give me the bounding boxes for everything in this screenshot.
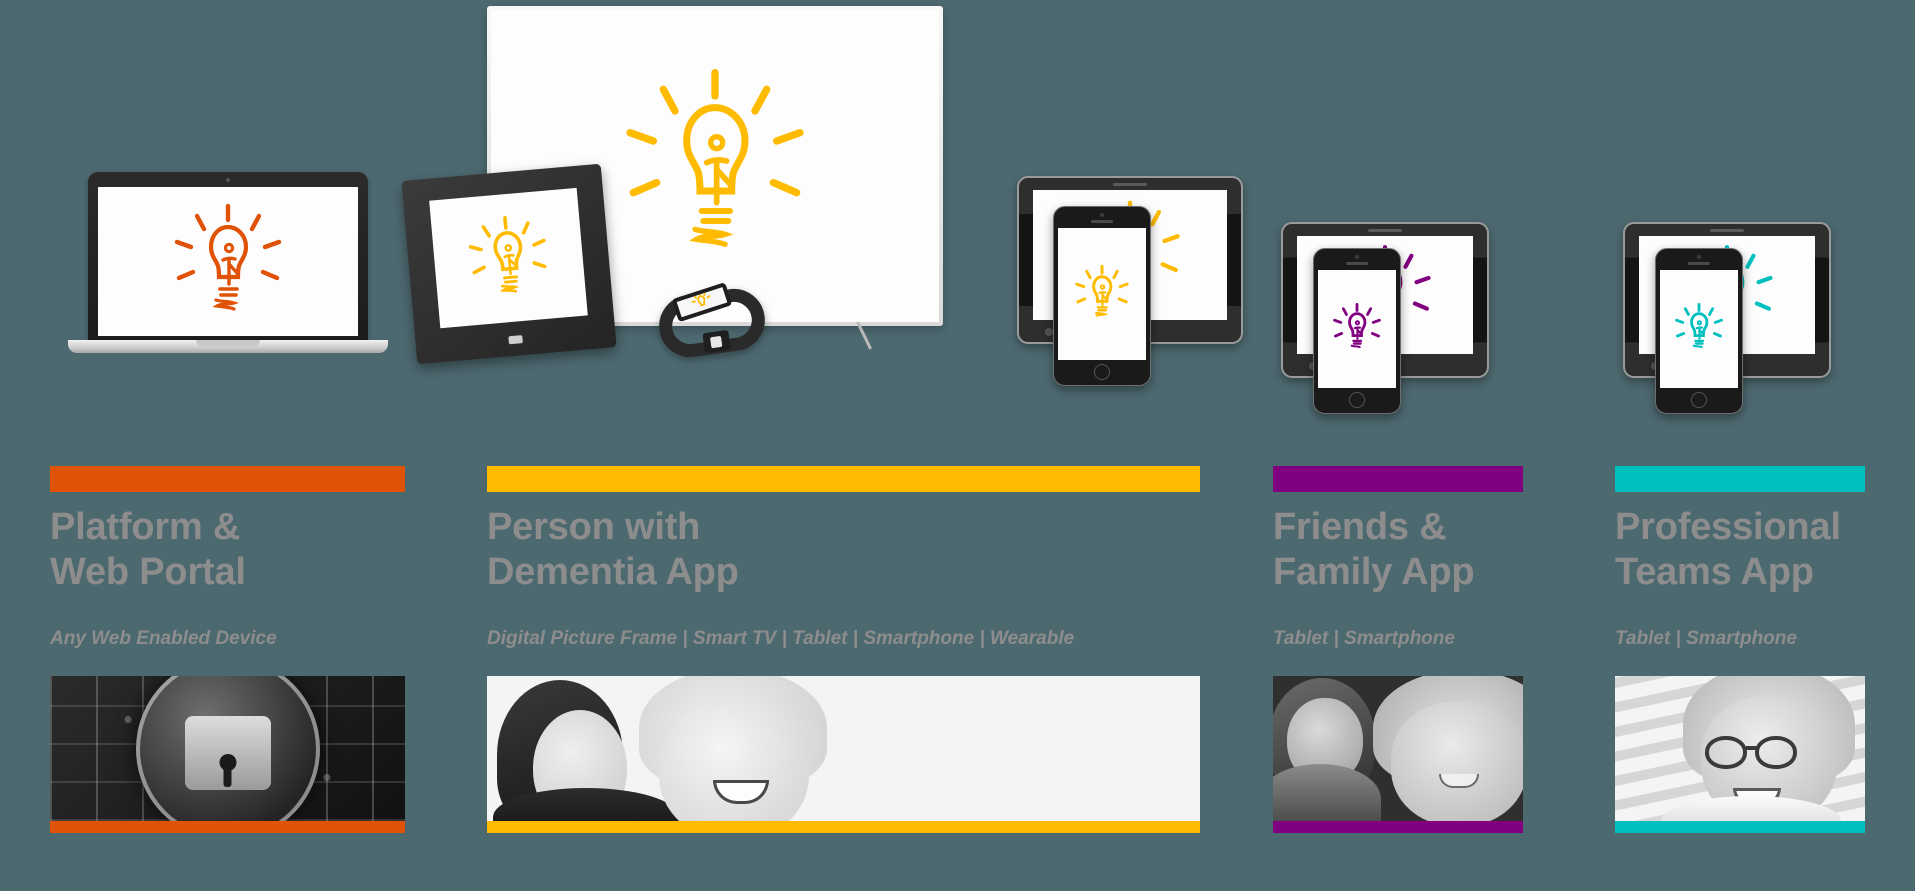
tv-stand-right <box>856 321 872 350</box>
column-title-dementia: Person with Dementia App <box>487 505 1200 595</box>
photo-two-women <box>487 676 1200 821</box>
glasses-left-lens-icon <box>1705 736 1747 769</box>
column-professional-teams-app: Professional Teams App Tablet | Smartpho… <box>1615 0 1865 891</box>
picture-frame-screen <box>429 187 588 329</box>
column-title-friends: Friends & Family App <box>1273 505 1523 595</box>
picture-frame-body <box>401 163 617 365</box>
column-subtitle-dementia: Digital Picture Frame | Smart TV | Table… <box>487 628 1075 649</box>
title-line-1: Professional <box>1615 506 1841 548</box>
smartphone-device <box>1655 248 1743 414</box>
photo-underline-friends <box>1273 821 1523 833</box>
laptop-lid <box>88 172 368 344</box>
keyhole-icon <box>219 754 236 788</box>
wearable-clasp <box>702 329 731 354</box>
accent-bar-dementia <box>487 466 1200 492</box>
title-line-2: Teams App <box>1615 550 1814 593</box>
lightbulb-idea-icon <box>1324 301 1390 357</box>
laptop-screen <box>98 187 358 336</box>
nurse-image <box>1615 676 1865 821</box>
padlock-circuit-image <box>50 676 405 821</box>
tablet-speaker <box>1368 229 1402 232</box>
title-line-1: Person with <box>487 506 701 548</box>
title-line-1: Friends & <box>1273 506 1447 548</box>
photo-underline-platform <box>50 821 405 833</box>
photo-padlock-security <box>50 676 405 821</box>
title-line-2: Dementia App <box>487 550 739 593</box>
smartphone-device <box>1053 206 1151 386</box>
lightbulb-idea-icon <box>1666 301 1732 357</box>
laptop-notch <box>196 340 260 347</box>
photo-nurse <box>1615 676 1865 821</box>
smartphone-device <box>1313 248 1401 414</box>
laptop-camera-icon <box>226 178 230 182</box>
glasses-bridge-icon <box>1746 746 1757 750</box>
tablet-nav-dot <box>1045 328 1053 336</box>
wearable-band-device <box>655 282 769 362</box>
digital-picture-frame-device <box>401 163 617 365</box>
device-stage-dementia <box>401 0 1243 455</box>
phone-camera-icon <box>1355 255 1359 259</box>
phone-camera-icon <box>1697 255 1701 259</box>
accent-bar-platform <box>50 466 405 492</box>
accent-bar-professional <box>1615 466 1865 492</box>
column-person-with-dementia-app: Person with Dementia App Digital Picture… <box>401 0 1243 891</box>
column-subtitle-professional: Tablet | Smartphone <box>1615 628 1797 649</box>
phone-screen <box>1318 270 1396 388</box>
phone-screen <box>1058 228 1146 360</box>
phone-camera-icon <box>1100 213 1104 217</box>
column-title-platform: Platform & Web Portal <box>50 505 405 595</box>
title-line-2: Web Portal <box>50 550 246 593</box>
photo-girl-and-older-woman <box>1273 676 1523 821</box>
phone-earpiece <box>1688 262 1710 265</box>
older-woman-face <box>1391 702 1523 821</box>
column-subtitle-platform: Any Web Enabled Device <box>50 628 277 649</box>
phone-home-button[interactable] <box>1349 392 1365 408</box>
column-subtitle-friends: Tablet | Smartphone <box>1273 628 1455 649</box>
tablet-speaker <box>1710 229 1744 232</box>
photo-underline-dementia <box>487 821 1200 833</box>
column-title-professional: Professional Teams App <box>1615 505 1865 595</box>
device-stage-platform <box>50 0 405 455</box>
lightbulb-idea-icon <box>590 59 840 274</box>
photo-fade-overlay <box>900 676 1200 821</box>
phone-body <box>1655 248 1743 414</box>
two-women-image <box>487 676 1200 821</box>
lightbulb-idea-icon <box>153 200 303 324</box>
lightbulb-idea-icon <box>1065 263 1139 325</box>
phone-body <box>1313 248 1401 414</box>
phone-body <box>1053 206 1151 386</box>
phone-screen <box>1660 270 1738 388</box>
glasses-right-lens-icon <box>1755 736 1797 769</box>
photo-underline-professional <box>1615 821 1865 833</box>
tablet-speaker <box>1113 183 1147 186</box>
product-ecosystem-diagram: Platform & Web Portal Any Web Enabled De… <box>0 0 1915 891</box>
device-stage-professional <box>1615 0 1865 455</box>
accent-bar-friends <box>1273 466 1523 492</box>
girl-older-woman-image <box>1273 676 1523 821</box>
phone-home-button[interactable] <box>1094 364 1110 380</box>
phone-home-button[interactable] <box>1691 392 1707 408</box>
phone-earpiece <box>1091 220 1113 223</box>
column-platform-web-portal: Platform & Web Portal Any Web Enabled De… <box>50 0 405 891</box>
title-line-2: Family App <box>1273 550 1475 593</box>
device-stage-friends <box>1273 0 1523 455</box>
title-line-1: Platform & <box>50 506 241 548</box>
column-friends-family-app: Friends & Family App Tablet | Smartphone <box>1273 0 1523 891</box>
phone-earpiece <box>1346 262 1368 265</box>
lightbulb-idea-icon <box>451 206 567 309</box>
laptop-device <box>68 172 388 366</box>
picture-frame-button[interactable] <box>508 335 523 345</box>
